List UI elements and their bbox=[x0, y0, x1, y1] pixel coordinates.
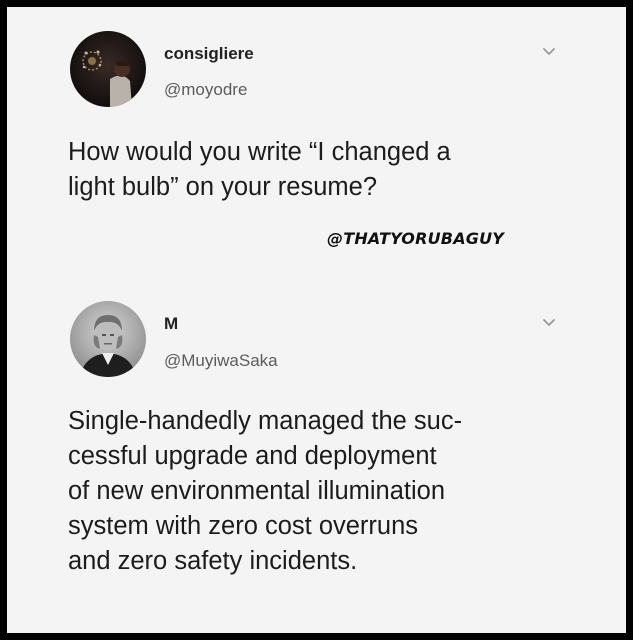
tweet-text-line: Single-handedly managed the suc- bbox=[68, 407, 463, 435]
tweet-text-line: cessful upgrade and deployment bbox=[68, 442, 437, 470]
screenshot-frame: consigliere @moyodre How would you write… bbox=[7, 7, 626, 633]
tweet-text-line: of new environmental illumination bbox=[68, 477, 446, 505]
display-name[interactable]: consigliere bbox=[164, 44, 254, 64]
avatar-m[interactable] bbox=[70, 301, 146, 377]
display-name[interactable]: M bbox=[164, 314, 178, 334]
user-handle[interactable]: @moyodre bbox=[164, 80, 247, 100]
chevron-down-icon[interactable] bbox=[542, 47, 556, 57]
tweet-text-line: How would you write “I changed a bbox=[68, 138, 451, 166]
tweet-text-line: light bulb” on your resume? bbox=[68, 173, 378, 201]
avatar-consigliere[interactable] bbox=[70, 31, 146, 107]
tweet-text-line: system with zero cost overruns bbox=[68, 512, 419, 540]
watermark: @THATYORUBAGUY bbox=[327, 229, 505, 248]
avatar-photo-icon bbox=[70, 301, 146, 377]
avatar-photo-icon bbox=[70, 31, 146, 107]
chevron-down-icon[interactable] bbox=[542, 318, 556, 328]
user-handle[interactable]: @MuyiwaSaka bbox=[164, 351, 278, 371]
tweet-text-line: and zero safety incidents. bbox=[68, 547, 358, 575]
